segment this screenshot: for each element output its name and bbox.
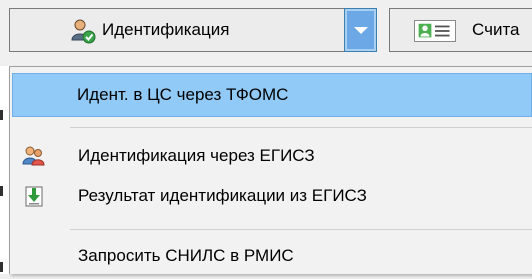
- identification-dropdown-menu: Идент. в ЦС через ТФОМС Идентификация че…: [9, 66, 532, 274]
- download-result-icon: [25, 186, 43, 207]
- toolbar: Идентификация Счита: [0, 0, 532, 66]
- menu-separator: [70, 127, 532, 128]
- menu-separator: [70, 229, 532, 230]
- background-tick: [0, 262, 3, 272]
- background-tick: [0, 110, 3, 120]
- menu-item-request-snils[interactable]: Запросить СНИЛС в РМИС: [12, 235, 532, 279]
- identification-dropdown-button[interactable]: [344, 8, 377, 52]
- chevron-down-icon: [354, 27, 368, 34]
- identification-label: Идентификация: [102, 20, 230, 39]
- users-icon: [22, 146, 45, 166]
- menu-item-label: Результат идентификации из ЕГИСЗ: [78, 186, 367, 205]
- background-panel-edge: [0, 66, 9, 274]
- menu-item-ident-result-egisz[interactable]: Результат идентификации из ЕГИСЗ: [12, 175, 532, 219]
- user-check-icon: [71, 19, 96, 44]
- id-card-icon: [414, 20, 456, 42]
- menu-item-label: Идентификация через ЕГИСЗ: [78, 146, 315, 165]
- menu-item-label: Запросить СНИЛС в РМИС: [78, 246, 294, 265]
- menu-item-ident-tfoms[interactable]: Идент. в ЦС через ТФОМС: [12, 73, 532, 117]
- menu-item-ident-egisz[interactable]: Идентификация через ЕГИСЗ: [12, 135, 532, 179]
- identification-button[interactable]: Идентификация: [9, 8, 345, 52]
- read-button[interactable]: Счита: [389, 8, 532, 52]
- background-tick: [0, 186, 3, 196]
- menu-item-label: Идент. в ЦС через ТФОМС: [77, 85, 289, 104]
- read-button-label: Счита: [472, 20, 520, 39]
